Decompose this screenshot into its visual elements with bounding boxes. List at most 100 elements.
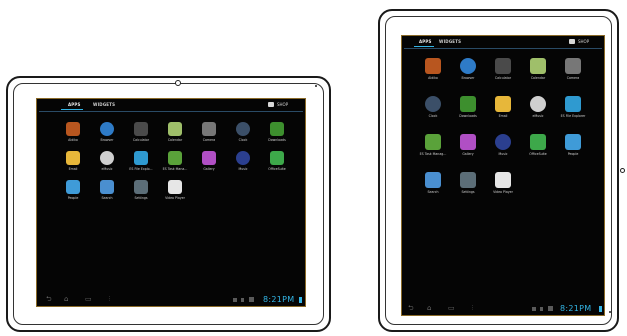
- app-music[interactable]: Music: [231, 151, 255, 171]
- app-label: eMusic: [532, 114, 544, 118]
- settings-icon: [460, 172, 476, 188]
- app-search[interactable]: Search: [421, 172, 445, 194]
- app-label: Clock: [428, 114, 438, 118]
- app-label: Calendar: [530, 76, 546, 80]
- app-label: ES File Explorer: [560, 114, 586, 118]
- app-download[interactable]: Downloads: [456, 96, 480, 118]
- app-settings[interactable]: Settings: [456, 172, 480, 194]
- shop-link[interactable]: SHOP: [578, 39, 589, 44]
- front-camera: [175, 80, 181, 86]
- app-calendar[interactable]: Calendar: [526, 58, 550, 80]
- app-camera[interactable]: Camera: [561, 58, 585, 80]
- app-youtube[interactable]: Video Player: [491, 172, 515, 194]
- notification-icon: [241, 298, 244, 302]
- people-icon: [66, 180, 80, 194]
- app-search[interactable]: Search: [95, 180, 119, 200]
- system-navbar: ⮌ ⌂ ▭ ⋮ 8:21PM: [402, 303, 604, 315]
- app-label: Browser: [100, 138, 114, 142]
- camera-icon: [202, 122, 216, 136]
- home-icon[interactable]: ⌂: [427, 305, 431, 312]
- app-label: Music: [498, 152, 508, 156]
- app-officesuite[interactable]: OfficeSuite: [526, 134, 550, 156]
- app-emusic[interactable]: eMusic: [95, 151, 119, 171]
- app-clock[interactable]: Clock: [421, 96, 445, 118]
- recent-apps-icon[interactable]: ▭: [85, 296, 92, 303]
- clock-label: 8:21PM: [560, 304, 592, 313]
- tab-widgets[interactable]: WIDGETS: [439, 39, 461, 44]
- tab-apps-underline: [414, 46, 434, 47]
- task-manager-icon: [168, 151, 182, 165]
- calendar-icon: [530, 58, 546, 74]
- app-calculator[interactable]: Calculator: [491, 58, 515, 80]
- app-email[interactable]: Email: [491, 96, 515, 118]
- back-icon[interactable]: ⮌: [408, 305, 414, 312]
- battery-icon: [299, 297, 302, 303]
- app-label: Downloads: [459, 114, 477, 118]
- app-youtube[interactable]: Video Player: [163, 180, 187, 200]
- app-people[interactable]: People: [61, 180, 85, 200]
- app-label: Calendar: [167, 138, 183, 142]
- app-label: People: [567, 152, 579, 156]
- email-icon: [66, 151, 80, 165]
- app-label: OfficeSuite: [529, 152, 547, 156]
- battery-icon: [599, 306, 602, 312]
- task-manager-icon: [425, 134, 441, 150]
- recent-apps-icon[interactable]: ▭: [448, 305, 455, 312]
- app-gallery[interactable]: Gallery: [456, 134, 480, 156]
- app-gallery[interactable]: Gallery: [197, 151, 221, 171]
- tab-apps[interactable]: APPS: [419, 39, 432, 44]
- home-icon[interactable]: ⌂: [64, 296, 68, 303]
- app-es-file[interactable]: ES File Explorer: [561, 96, 585, 118]
- app-es-file[interactable]: ES File Explo...: [129, 151, 153, 171]
- music-icon: [495, 134, 511, 150]
- download-icon: [460, 96, 476, 112]
- usb-icon: [532, 307, 536, 311]
- app-camera[interactable]: Camera: [197, 122, 221, 142]
- emusic-icon: [530, 96, 546, 112]
- tab-divider: [39, 111, 303, 112]
- app-label: eMusic: [101, 167, 113, 171]
- shop-icon[interactable]: [569, 39, 575, 44]
- app-books[interactable]: Aldiko: [61, 122, 85, 142]
- app-books[interactable]: Aldiko: [421, 58, 445, 80]
- app-label: Aldiko: [68, 138, 78, 142]
- shop-link[interactable]: SHOP: [277, 102, 288, 107]
- app-label: Gallery: [203, 167, 215, 171]
- app-calendar[interactable]: Calendar: [163, 122, 187, 142]
- app-label: Camera: [202, 138, 216, 142]
- app-email[interactable]: Email: [61, 151, 85, 171]
- calculator-icon: [495, 58, 511, 74]
- app-music[interactable]: Music: [491, 134, 515, 156]
- youtube-icon: [495, 172, 511, 188]
- app-task-manager[interactable]: ES Task Manag...: [420, 134, 446, 156]
- indicator-dot: [315, 85, 317, 87]
- app-globe[interactable]: Browser: [95, 122, 119, 142]
- menu-icon[interactable]: ⋮: [470, 305, 475, 312]
- app-task-manager[interactable]: ES Task Mana...: [163, 151, 187, 171]
- app-label: Search: [101, 196, 113, 200]
- app-label: Downloads: [268, 138, 286, 142]
- back-icon[interactable]: ⮌: [46, 296, 52, 303]
- tab-apps[interactable]: APPS: [68, 102, 81, 107]
- shop-icon[interactable]: [268, 102, 274, 107]
- books-icon: [425, 58, 441, 74]
- app-globe[interactable]: Browser: [456, 58, 480, 80]
- app-settings[interactable]: Settings: [129, 180, 153, 200]
- menu-icon[interactable]: ⋮: [107, 296, 112, 303]
- app-label: Aldiko: [428, 76, 438, 80]
- tab-bar: APPS WIDGETS SHOP: [402, 36, 604, 48]
- app-calculator[interactable]: Calculator: [129, 122, 153, 142]
- app-clock[interactable]: Clock: [231, 122, 255, 142]
- usb-icon: [233, 298, 237, 302]
- app-download[interactable]: Downloads: [265, 122, 289, 142]
- app-emusic[interactable]: eMusic: [526, 96, 550, 118]
- tab-widgets[interactable]: WIDGETS: [93, 102, 115, 107]
- calculator-icon: [134, 122, 148, 136]
- app-people[interactable]: People: [561, 134, 585, 156]
- app-label: Video Player: [165, 196, 185, 200]
- app-officesuite[interactable]: OfficeSuite: [265, 151, 289, 171]
- camera-icon: [565, 58, 581, 74]
- portrait-screen: APPS WIDGETS SHOP Aldiko Browser Calculato…: [401, 35, 605, 316]
- globe-icon: [460, 58, 476, 74]
- app-label: Email: [68, 167, 78, 171]
